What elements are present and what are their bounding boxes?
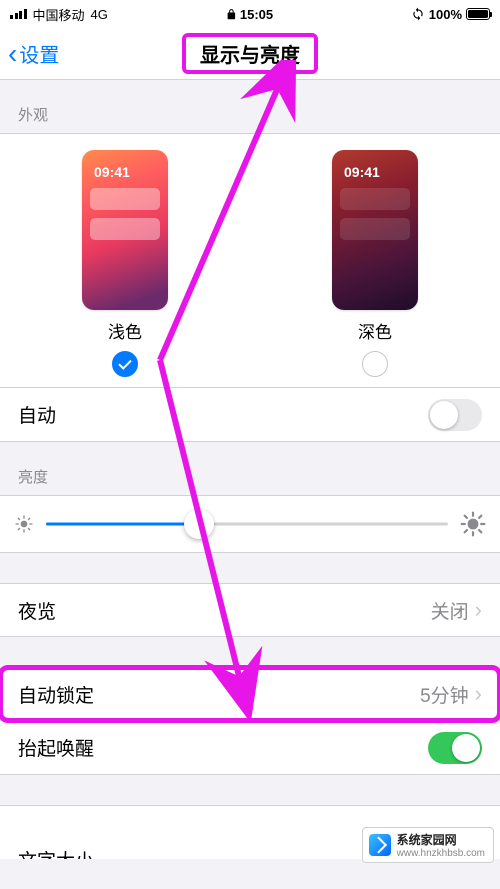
appearance-dark-option[interactable]: 09:41 深色 bbox=[332, 150, 418, 377]
page-title: 显示与亮度 bbox=[200, 45, 300, 67]
preview-time: 09:41 bbox=[332, 150, 418, 180]
rotation-lock-icon bbox=[411, 7, 425, 21]
back-label: 设置 bbox=[19, 39, 59, 68]
nav-bar: ‹ 设置 显示与亮度 bbox=[0, 28, 500, 80]
sun-large-icon bbox=[460, 511, 486, 537]
preview-card bbox=[90, 188, 160, 210]
night-shift-label: 夜览 bbox=[18, 597, 56, 624]
lock-icon bbox=[227, 8, 236, 20]
auto-appearance-row[interactable]: 自动 bbox=[0, 388, 500, 442]
signal-bars-icon bbox=[10, 9, 27, 19]
chevron-right-icon: › bbox=[475, 597, 482, 623]
watermark: 系统家园网 www.hnzkhbsb.com bbox=[362, 827, 494, 863]
appearance-light-option[interactable]: 09:41 浅色 bbox=[82, 150, 168, 377]
night-shift-value: 关闭 bbox=[431, 597, 469, 624]
back-button[interactable]: ‹ 设置 bbox=[0, 39, 59, 68]
watermark-url: www.hnzkhbsb.com bbox=[397, 848, 485, 859]
preview-card bbox=[90, 218, 160, 240]
auto-appearance-label: 自动 bbox=[18, 401, 56, 428]
status-center: 15:05 bbox=[227, 7, 273, 22]
preview-time: 09:41 bbox=[82, 150, 168, 180]
chevron-left-icon: ‹ bbox=[8, 40, 17, 68]
auto-lock-value: 5分钟 bbox=[420, 681, 469, 708]
appearance-header: 外观 bbox=[0, 80, 500, 133]
brightness-slider[interactable] bbox=[46, 509, 448, 539]
text-size-label: 文字大小 bbox=[18, 846, 94, 859]
chevron-right-icon: › bbox=[475, 681, 482, 707]
watermark-logo-icon bbox=[369, 834, 391, 856]
preview-card bbox=[340, 218, 410, 240]
auto-appearance-toggle[interactable] bbox=[428, 399, 482, 431]
auto-lock-row[interactable]: 自动锁定 5分钟 › bbox=[0, 667, 500, 721]
brightness-row bbox=[0, 495, 500, 553]
dark-preview: 09:41 bbox=[332, 150, 418, 310]
title-highlight-annotation: 显示与亮度 bbox=[182, 33, 318, 74]
carrier-label: 中国移动 bbox=[33, 5, 85, 24]
dark-label: 深色 bbox=[358, 318, 392, 343]
raise-to-wake-row[interactable]: 抬起唤醒 bbox=[0, 721, 500, 775]
brightness-header: 亮度 bbox=[0, 442, 500, 495]
light-preview: 09:41 bbox=[82, 150, 168, 310]
appearance-picker: 09:41 浅色 09:41 深色 bbox=[0, 133, 500, 388]
dark-radio[interactable] bbox=[362, 351, 388, 377]
light-radio[interactable] bbox=[112, 351, 138, 377]
light-label: 浅色 bbox=[108, 318, 142, 343]
night-shift-row[interactable]: 夜览 关闭 › bbox=[0, 583, 500, 637]
status-right: 100% bbox=[411, 7, 490, 22]
status-left: 中国移动 4G bbox=[10, 5, 108, 24]
watermark-name: 系统家园网 bbox=[397, 831, 485, 848]
status-bar: 中国移动 4G 15:05 100% bbox=[0, 0, 500, 28]
preview-card bbox=[340, 188, 410, 210]
raise-to-wake-toggle[interactable] bbox=[428, 732, 482, 764]
network-label: 4G bbox=[91, 7, 108, 22]
auto-lock-label: 自动锁定 bbox=[18, 681, 94, 708]
clock-label: 15:05 bbox=[240, 7, 273, 22]
battery-percent: 100% bbox=[429, 7, 462, 22]
battery-icon bbox=[466, 8, 490, 20]
sun-small-icon bbox=[14, 514, 34, 534]
raise-to-wake-label: 抬起唤醒 bbox=[18, 734, 94, 761]
